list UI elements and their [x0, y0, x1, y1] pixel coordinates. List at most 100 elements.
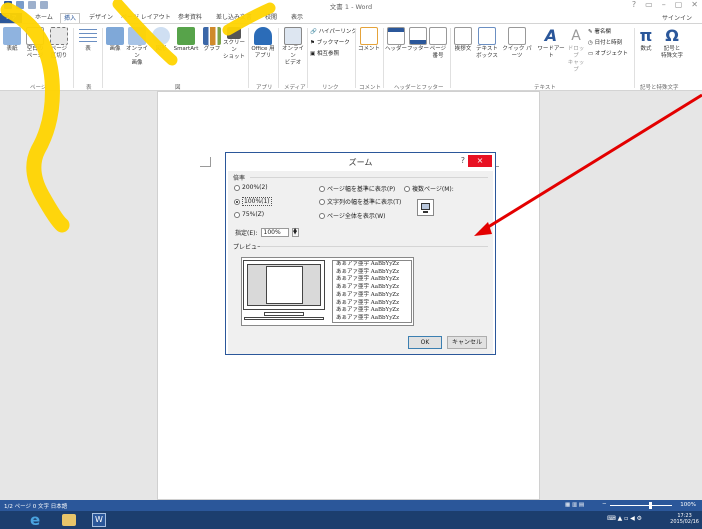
restore-icon[interactable]: ▢ — [675, 0, 683, 9]
sample-line: あぁアァ亜宇 AaBbYyZz — [336, 307, 400, 314]
zoom-200-option[interactable]: 200%(2) — [234, 184, 268, 191]
apps-icon — [254, 27, 272, 45]
wordart-button[interactable]: A ワードアート — [535, 27, 567, 60]
drop-cap-button[interactable]: A ドロップ キャップ — [566, 27, 586, 74]
preview-area: あぁアァ亜宇 AaBbYyZz あぁアァ亜宇 AaBbYyZz あぁアァ亜宇 A… — [241, 257, 414, 326]
page-width-option[interactable]: ページ幅を基準に表示(P) — [319, 184, 395, 193]
footer-button[interactable]: フッター — [407, 27, 429, 53]
preview-group-label: プレビュー — [233, 244, 264, 251]
text-width-option[interactable]: 文字列の幅を基準に表示(T) — [319, 197, 401, 206]
sample-line: あぁアァ亜宇 AaBbYyZz — [336, 314, 400, 321]
group-label-comments: コメント — [359, 85, 382, 91]
tab-references[interactable]: 参考資料 — [175, 13, 205, 23]
zoom-out-icon[interactable]: − — [602, 501, 607, 507]
zoom-slider-thumb[interactable] — [649, 502, 652, 509]
tab-review[interactable]: 校閲 — [262, 13, 280, 23]
many-pages-option[interactable]: 複数ページ(M): — [404, 184, 454, 193]
cross-reference-label: 相互参照 — [316, 51, 339, 57]
monitor-icon — [421, 203, 430, 210]
whole-page-option[interactable]: ページ全体を表示(W) — [319, 211, 386, 220]
preview-monitor-base — [244, 317, 324, 320]
date-time-button[interactable]: ◷ 日付と時刻 — [588, 38, 628, 49]
cover-page-button[interactable]: 表紙 — [2, 27, 22, 53]
symbol-button[interactable]: Ω 記号と 特殊文字 — [657, 27, 687, 60]
shapes-button[interactable]: 図形 — [152, 27, 170, 53]
word-taskbar-icon[interactable]: W — [92, 513, 106, 527]
percent-input[interactable]: 100% — [260, 228, 289, 237]
clock-date: 2015/02/16 — [670, 519, 699, 525]
screenshot-button[interactable]: スクリーン ショット — [222, 27, 246, 61]
wordart-label: ワードアート — [537, 46, 565, 59]
percent-spinner[interactable]: ▲ ▼ — [291, 228, 299, 237]
blank-page-icon — [26, 27, 44, 45]
online-picture-label: オンライン 画像 — [125, 46, 148, 66]
many-pages-picker-button[interactable] — [417, 199, 434, 216]
tab-file[interactable]: ファイル — [0, 13, 22, 30]
close-icon[interactable]: ✕ — [691, 0, 698, 9]
page-break-icon — [50, 27, 68, 45]
page-break-button[interactable]: ページ 区切り — [48, 27, 70, 60]
zoom-75-option[interactable]: 75%(Z) — [234, 211, 264, 218]
minimize-icon[interactable]: – — [662, 0, 666, 9]
blank-page-button[interactable]: 空白の ページ — [24, 27, 46, 60]
tab-mailings[interactable]: 差し込み文書 — [213, 13, 255, 23]
dialog-title-bar: ズーム ? × — [226, 153, 495, 171]
wordart-icon: A — [544, 26, 558, 45]
tab-insert[interactable]: 挿入 — [60, 13, 81, 23]
group-label-pages: ページ — [30, 85, 47, 91]
window-title: 文書 1 - Word — [329, 3, 373, 11]
signature-line-button[interactable]: ✎ 署名欄 — [588, 27, 628, 38]
cross-reference-button[interactable]: ▣ 相互参照 — [310, 49, 357, 60]
tab-page-layout[interactable]: ページ レイアウト — [118, 13, 174, 23]
bookmark-button[interactable]: ⚑ ブックマーク — [310, 38, 357, 49]
zoom-percent[interactable]: 100% — [680, 502, 696, 508]
sign-in-link[interactable]: サインイン — [662, 13, 692, 22]
hyperlink-button[interactable]: 🔗 ハイパーリンク — [310, 27, 357, 38]
cancel-button[interactable]: キャンセル — [447, 336, 487, 349]
screenshot-icon — [227, 27, 241, 39]
office-apps-label: Office 用 アプリ — [251, 46, 275, 59]
greeting-button[interactable]: 挨拶文 — [452, 27, 474, 53]
cover-page-label: 表紙 — [6, 46, 18, 52]
sample-line: あぁアァ亜宇 AaBbYyZz — [336, 284, 400, 291]
online-picture-icon — [128, 27, 146, 45]
dialog-help-button[interactable]: ? — [461, 156, 465, 165]
online-video-label: オンライン ビデオ — [281, 46, 304, 66]
textbox-button[interactable]: テキスト ボックス — [474, 27, 500, 60]
chart-label: グラフ — [203, 46, 221, 52]
header-button[interactable]: ヘッダー — [385, 27, 407, 53]
table-button[interactable]: 表 — [78, 27, 98, 53]
taskbar-clock[interactable]: 17:23 2015/02/16 — [670, 513, 699, 525]
smartart-button[interactable]: SmartArt — [171, 27, 201, 53]
system-tray-icons[interactable]: ⌨ ▲ ▫ ◀ ⚙ — [607, 515, 642, 522]
tab-design[interactable]: デザイン — [86, 13, 116, 23]
office-apps-button[interactable]: Office 用 アプリ — [250, 27, 276, 60]
quick-parts-button[interactable]: クイック パーツ — [500, 27, 534, 60]
help-icon[interactable]: ? — [632, 0, 636, 9]
object-button[interactable]: ▭ オブジェクト — [588, 49, 628, 60]
zoom-slider[interactable] — [610, 505, 672, 506]
equation-button[interactable]: π 数式 — [637, 27, 655, 53]
view-mode-icons[interactable]: ▦ ▥ ▤ — [565, 502, 584, 508]
dialog-close-button[interactable]: × — [468, 155, 492, 167]
ribbon-display-icon[interactable]: ▭ — [645, 0, 653, 9]
chart-button[interactable]: グラフ — [203, 27, 221, 53]
zoom-100-option[interactable]: 100%(1) — [234, 197, 272, 206]
ok-button[interactable]: OK — [408, 336, 442, 349]
page-number-button[interactable]: ページ 番号 — [428, 27, 448, 60]
internet-explorer-icon[interactable]: e — [30, 512, 46, 528]
drop-cap-label: ドロップ キャップ — [567, 46, 585, 73]
links-group: 🔗 ハイパーリンク ⚑ ブックマーク ▣ 相互参照 — [310, 27, 357, 60]
group-separator — [307, 28, 308, 88]
status-left: 1/2 ページ 0 文字 日本語 — [4, 504, 68, 510]
picture-button[interactable]: 画像 — [106, 27, 124, 53]
online-video-button[interactable]: オンライン ビデオ — [281, 27, 305, 67]
comment-button[interactable]: コメント — [358, 27, 380, 53]
tab-view[interactable]: 表示 — [288, 13, 306, 23]
online-picture-button[interactable]: オンライン 画像 — [125, 27, 149, 67]
sample-line: あぁアァ亜宇 AaBbYyZz — [336, 291, 400, 298]
dialog-title: ズーム — [348, 158, 373, 167]
radio-icon — [234, 211, 240, 218]
tab-home[interactable]: ホーム — [32, 13, 56, 23]
file-explorer-icon[interactable] — [62, 514, 76, 526]
